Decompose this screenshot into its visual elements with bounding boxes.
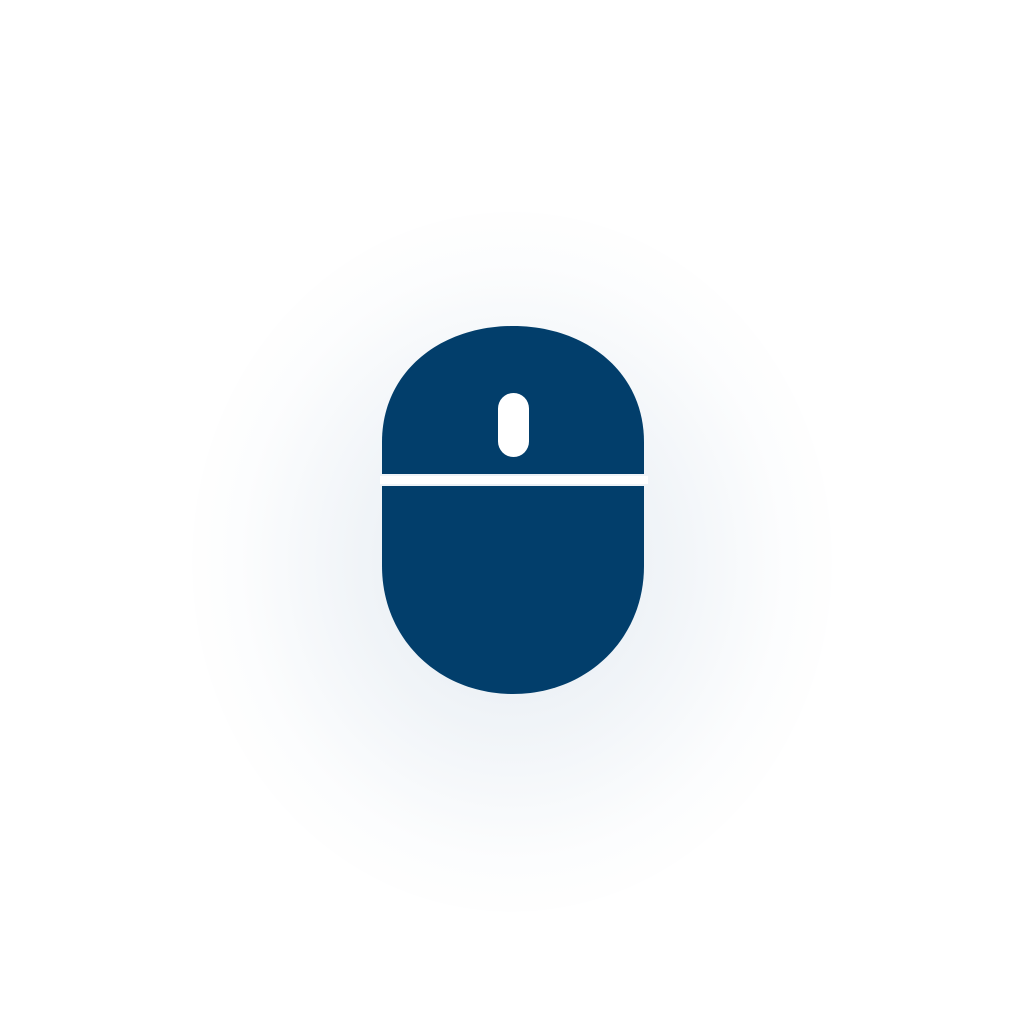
mouse-divider-line [380,476,648,484]
icon-canvas [0,0,1024,1024]
mouse-lower-shell [382,486,644,694]
scroll-wheel [498,393,529,457]
computer-mouse-icon [380,326,648,694]
